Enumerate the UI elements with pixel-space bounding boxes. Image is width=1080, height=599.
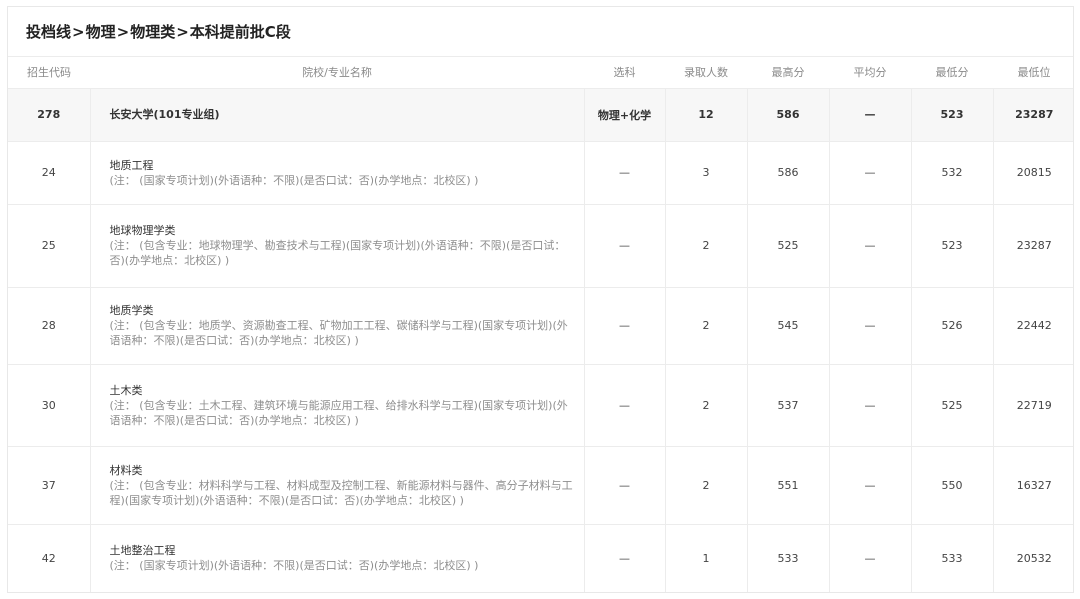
cell-max: 537 bbox=[746, 364, 829, 447]
cell-major: 土地整治工程 (注： (国家专项计划)(外语语种：不限)(是否口试：否)(办学地… bbox=[89, 524, 584, 592]
cell-major: 材料类 (注： (包含专业：材料科学与工程、材料成型及控制工程、新能源材料与器件… bbox=[89, 446, 584, 525]
cell-avg: — bbox=[828, 446, 911, 525]
cell-max: 525 bbox=[746, 204, 829, 288]
major-title: 地质学类 bbox=[109, 304, 154, 317]
column-header-code: 招生代码 bbox=[8, 57, 90, 89]
cell-rank: 23287 bbox=[992, 88, 1073, 142]
cell-major: 地球物理学类 (注： (包含专业：地球物理学、勘查技术与工程)(国家专项计划)(… bbox=[89, 204, 584, 288]
table-row[interactable]: 24 地质工程 (注： (国家专项计划)(外语语种：不限)(是否口试：否)(办学… bbox=[8, 141, 1073, 205]
cell-subject: — bbox=[583, 141, 665, 205]
cell-count: 2 bbox=[664, 287, 747, 365]
admission-panel: 投档线 > 物理 > 物理类 > 本科提前批C段 招生代码 院校/专业名称 选科… bbox=[7, 6, 1074, 593]
breadcrumb-separator: > bbox=[72, 22, 85, 41]
cell-code: 30 bbox=[8, 364, 90, 447]
cell-avg: — bbox=[828, 204, 911, 288]
cell-max: 533 bbox=[746, 524, 829, 592]
cell-code: 37 bbox=[8, 446, 90, 525]
cell-max: 551 bbox=[746, 446, 829, 525]
cell-code: 25 bbox=[8, 204, 90, 288]
cell-major: 土木类 (注： (包含专业：土木工程、建筑环境与能源应用工程、给排水科学与工程)… bbox=[89, 364, 584, 447]
cell-min: 523 bbox=[910, 88, 993, 142]
cell-avg: — bbox=[828, 287, 911, 365]
cell-min: 526 bbox=[910, 287, 993, 365]
cell-subject: 物理+化学 bbox=[583, 88, 665, 142]
column-header-count: 录取人数 bbox=[665, 57, 747, 89]
major-note: (注： (包含专业：材料科学与工程、材料成型及控制工程、新能源材料与器件、高分子… bbox=[109, 478, 573, 507]
major-title: 土地整治工程 bbox=[109, 544, 176, 558]
breadcrumb-item-score-line[interactable]: 投档线 bbox=[26, 21, 71, 42]
cell-avg: — bbox=[828, 524, 911, 592]
cell-subject: — bbox=[583, 204, 665, 288]
admission-table: 招生代码 院校/专业名称 选科 录取人数 最高分 平均分 最低分 最低位 278… bbox=[8, 57, 1073, 592]
cell-min: 550 bbox=[910, 446, 993, 525]
cell-min: 532 bbox=[910, 141, 993, 205]
cell-rank: 22442 bbox=[992, 287, 1073, 365]
cell-avg: — bbox=[828, 88, 911, 142]
breadcrumb-item-physics-category[interactable]: 物理类 bbox=[130, 21, 175, 42]
cell-major: 地质工程 (注： (国家专项计划)(外语语种：不限)(是否口试：否)(办学地点：… bbox=[89, 141, 584, 205]
cell-avg: — bbox=[828, 141, 911, 205]
major-title: 地质工程 bbox=[109, 158, 154, 172]
cell-subject: — bbox=[583, 524, 665, 592]
breadcrumb-item-physics[interactable]: 物理 bbox=[86, 21, 116, 42]
major-title: 土木类 bbox=[109, 383, 143, 397]
cell-subject: — bbox=[583, 446, 665, 525]
column-header-avg: 平均分 bbox=[829, 57, 911, 89]
cell-count: 2 bbox=[664, 364, 747, 447]
breadcrumb-separator: > bbox=[116, 22, 130, 41]
cell-rank: 22719 bbox=[992, 364, 1073, 447]
cell-code: 278 bbox=[8, 88, 90, 142]
cell-min: 533 bbox=[910, 524, 993, 592]
breadcrumb-separator: > bbox=[176, 22, 189, 41]
cell-min: 523 bbox=[910, 204, 993, 288]
cell-count: 2 bbox=[664, 446, 747, 525]
cell-max: 545 bbox=[746, 287, 829, 365]
major-note: (注： (国家专项计划)(外语语种：不限)(是否口试：否)(办学地点：北校区) … bbox=[109, 173, 479, 187]
major-note: (注： (包含专业：土木工程、建筑环境与能源应用工程、给排水科学与工程)(国家专… bbox=[109, 398, 568, 427]
cell-rank: 23287 bbox=[992, 204, 1073, 288]
column-header-name: 院校/专业名称 bbox=[90, 57, 584, 89]
cell-code: 42 bbox=[41, 551, 56, 565]
cell-rank: 20815 bbox=[992, 141, 1073, 205]
cell-subject: — bbox=[583, 364, 665, 447]
cell-subject: — bbox=[583, 287, 665, 365]
cell-count: 2 bbox=[664, 204, 747, 288]
table-row[interactable]: 25 地球物理学类 (注： (包含专业：地球物理学、勘查技术与工程)(国家专项计… bbox=[8, 204, 1073, 288]
cell-code: 24 bbox=[8, 141, 90, 205]
column-header-rank: 最低位 bbox=[993, 57, 1073, 89]
cell-major: 地质学类 (注： (包含专业：地质学、资源勘查工程、矿物加工工程、碳储科学与工程… bbox=[89, 287, 584, 365]
cell-count: 1 bbox=[664, 524, 747, 592]
column-header-max: 最高分 bbox=[747, 57, 829, 89]
cell-min: 525 bbox=[910, 364, 993, 447]
cell-count: 12 bbox=[664, 88, 747, 142]
major-note: (注： (包含专业：地球物理学、勘查技术与工程)(国家专项计划)(外语语种：不限… bbox=[109, 239, 566, 267]
table-row[interactable]: 37 材料类 (注： (包含专业：材料科学与工程、材料成型及控制工程、新能源材料… bbox=[8, 446, 1073, 525]
cell-avg: — bbox=[828, 364, 911, 447]
cell-rank: 20532 bbox=[992, 524, 1073, 592]
table-header-row: 招生代码 院校/专业名称 选科 录取人数 最高分 平均分 最低分 最低位 bbox=[8, 57, 1073, 89]
breadcrumb: 投档线 > 物理 > 物理类 > 本科提前批C段 bbox=[8, 7, 1073, 57]
major-note: (注： (包含专业：地质学、资源勘查工程、矿物加工工程、碳储科学与工程)(国家专… bbox=[109, 319, 568, 347]
cell-code: 28 bbox=[8, 287, 90, 365]
cell-rank: 16327 bbox=[992, 446, 1073, 525]
school-name: 长安大学(101专业组) bbox=[89, 88, 584, 142]
cell-max: 586 bbox=[746, 141, 829, 205]
school-group-row[interactable]: 278 长安大学(101专业组) 物理+化学 12 586 — 523 2328… bbox=[8, 88, 1073, 142]
major-note: (注： (国家专项计划)(外语语种：不限)(是否口试：否)(办学地点：北校区) … bbox=[109, 559, 479, 573]
cell-max: 586 bbox=[746, 88, 829, 142]
major-title: 地球物理学类 bbox=[109, 224, 176, 237]
table-row[interactable]: 30 土木类 (注： (包含专业：土木工程、建筑环境与能源应用工程、给排水科学与… bbox=[8, 364, 1073, 447]
table-row[interactable]: 28 地质学类 (注： (包含专业：地质学、资源勘查工程、矿物加工工程、碳储科学… bbox=[8, 287, 1073, 365]
column-header-subject: 选科 bbox=[584, 57, 665, 89]
breadcrumb-item-current-batch: 本科提前批C段 bbox=[189, 23, 291, 41]
major-title: 材料类 bbox=[109, 463, 143, 477]
cell-count: 3 bbox=[664, 141, 747, 205]
column-header-min: 最低分 bbox=[911, 57, 993, 89]
table-row[interactable]: 42 土地整治工程 (注： (国家专项计划)(外语语种：不限)(是否口试：否)(… bbox=[8, 524, 1073, 592]
